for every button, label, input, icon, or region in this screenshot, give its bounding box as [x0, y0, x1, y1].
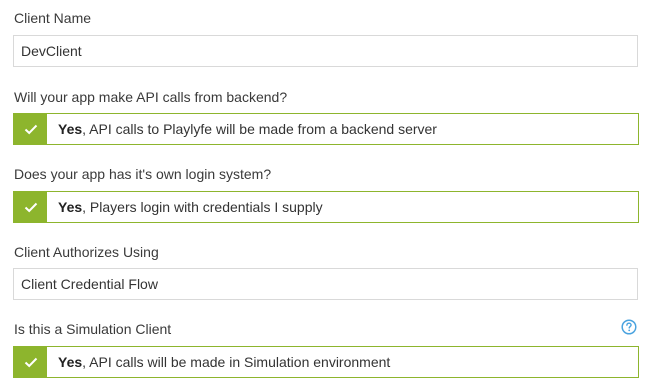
backend-calls-answer: Yes — [58, 121, 83, 137]
backend-calls-description: , API calls to Playlyfe will be made fro… — [82, 121, 437, 137]
simulation-text: Yes, API calls will be made in Simulatio… — [47, 354, 390, 370]
login-system-description: , Players login with credentials I suppl… — [82, 199, 323, 215]
login-system-option[interactable]: Yes, Players login with credentials I su… — [13, 191, 639, 223]
backend-calls-text: Yes, API calls to Playlyfe will be made … — [47, 121, 437, 137]
simulation-option[interactable]: Yes, API calls will be made in Simulatio… — [13, 346, 639, 378]
client-name-label: Client Name — [14, 10, 92, 26]
login-system-label: Does your app has it's own login system? — [14, 166, 272, 182]
login-system-answer: Yes — [58, 199, 83, 215]
checkmark-icon — [14, 347, 47, 377]
simulation-answer: Yes — [58, 354, 83, 370]
backend-calls-label: Will your app make API calls from backen… — [14, 89, 288, 105]
simulation-label: Is this a Simulation Client — [14, 321, 172, 337]
client-name-field[interactable]: DevClient — [13, 35, 638, 67]
simulation-description: , API calls will be made in Simulation e… — [82, 354, 391, 370]
login-system-text: Yes, Players login with credentials I su… — [47, 199, 323, 215]
help-icon[interactable] — [621, 319, 637, 335]
backend-calls-option[interactable]: Yes, API calls to Playlyfe will be made … — [13, 113, 639, 145]
authorization-label: Client Authorizes Using — [14, 244, 159, 260]
checkmark-icon — [14, 192, 47, 222]
checkmark-icon — [14, 114, 47, 144]
authorization-field[interactable]: Client Credential Flow — [13, 268, 638, 300]
client-settings-form: Client Name DevClient Will your app make… — [0, 0, 650, 389]
